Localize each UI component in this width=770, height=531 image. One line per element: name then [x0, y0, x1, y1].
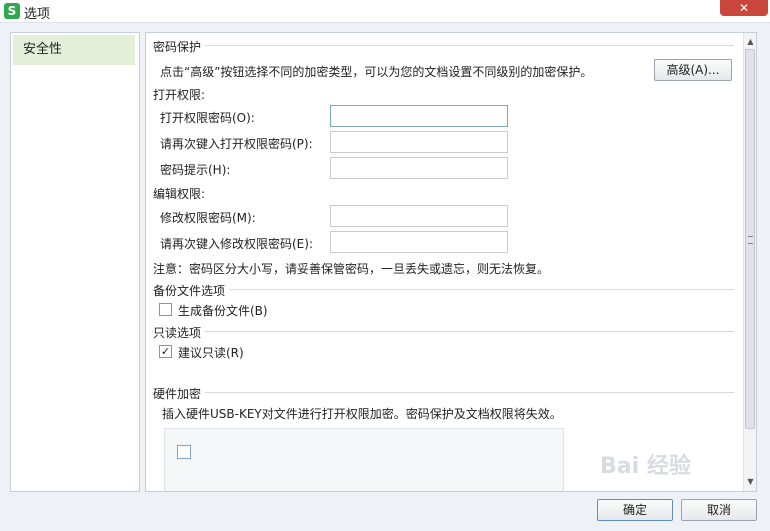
- hardware-section-title: 硬件加密: [153, 385, 206, 402]
- vertical-scrollbar[interactable]: ▲ ▼: [743, 33, 756, 491]
- settings-panel: 密码保护 点击“高级”按钮选择不同的加密类型，可以为您的文档设置不同级别的加密保…: [145, 32, 757, 492]
- readonly-checkbox[interactable]: ✓: [159, 345, 172, 358]
- section-divider: [152, 331, 734, 332]
- section-divider: [152, 289, 734, 290]
- open-password-label: 打开权限密码(O):: [160, 111, 255, 125]
- scroll-up-icon[interactable]: ▲: [744, 35, 756, 48]
- edit-permission-heading: 编辑权限:: [153, 187, 206, 201]
- open-password-confirm-label: 请再次键入打开权限密码(P):: [160, 137, 313, 151]
- open-permission-heading: 打开权限:: [153, 88, 206, 102]
- modify-password-label: 修改权限密码(M):: [160, 211, 256, 225]
- password-section-title: 密码保护: [153, 38, 206, 55]
- hardware-key-list: [164, 428, 564, 491]
- app-logo-icon: S: [4, 3, 20, 19]
- close-button[interactable]: ✕: [720, 0, 768, 16]
- backup-checkbox[interactable]: [159, 303, 172, 316]
- password-note: 注意：密码区分大小写，请妥善保管密码，一旦丢失或遗忘，则无法恢复。: [153, 262, 550, 276]
- grip-icon: [748, 236, 753, 244]
- sidebar-item-security[interactable]: 安全性: [13, 35, 135, 65]
- scroll-down-icon[interactable]: ▼: [744, 475, 756, 488]
- sidebar: 安全性: [10, 32, 140, 492]
- ok-button[interactable]: 确定: [597, 499, 673, 521]
- modify-password-input[interactable]: [330, 205, 508, 227]
- password-description: 点击“高级”按钮选择不同的加密类型，可以为您的文档设置不同级别的加密保护。: [160, 65, 593, 79]
- readonly-checkbox-label: 建议只读(R): [178, 346, 244, 360]
- open-password-confirm-input[interactable]: [330, 131, 508, 153]
- password-hint-input[interactable]: [330, 157, 508, 179]
- hardware-key-checkbox[interactable]: [177, 445, 191, 459]
- modify-password-confirm-input[interactable]: [330, 231, 508, 253]
- password-hint-label: 密码提示(H):: [160, 163, 231, 177]
- section-divider: [152, 45, 734, 46]
- backup-checkbox-label: 生成备份文件(B): [178, 304, 268, 318]
- window-title: 选项: [24, 7, 51, 22]
- advanced-button[interactable]: 高级(A)...: [654, 59, 732, 81]
- cancel-button[interactable]: 取消: [681, 499, 757, 521]
- open-password-input[interactable]: [330, 105, 508, 127]
- watermark-logo: Bai 经验: [600, 454, 691, 479]
- backup-section-title: 备份文件选项: [153, 282, 230, 299]
- readonly-section-title: 只读选项: [153, 324, 206, 341]
- hardware-description: 插入硬件USB-KEY对文件进行打开权限加密。密码保护及文档权限将失效。: [162, 407, 562, 421]
- scroll-thumb[interactable]: [745, 49, 755, 429]
- section-divider: [152, 392, 734, 393]
- modify-password-confirm-label: 请再次键入修改权限密码(E):: [160, 237, 313, 251]
- title-bar: S 选项 ✕: [0, 0, 770, 23]
